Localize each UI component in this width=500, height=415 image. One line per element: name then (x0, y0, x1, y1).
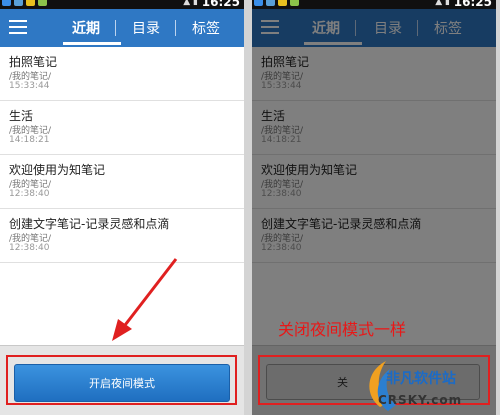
note-time: 12:38:40 (9, 189, 50, 199)
note-list: 拍照笔记 /我的笔记/ 15:33:44 生活 /我的笔记/ 14:18:21 … (0, 47, 244, 263)
note-title: 欢迎使用为知笔记 (261, 163, 358, 177)
menu-icon[interactable] (261, 20, 279, 36)
note-time: 12:38:40 (261, 243, 302, 253)
active-tab-indicator (63, 42, 121, 45)
tab-divider (115, 20, 116, 36)
note-time: 12:38:40 (9, 243, 50, 253)
note-time: 15:33:44 (261, 81, 302, 91)
android-icon (38, 0, 47, 6)
tab-directory[interactable]: 目录 (132, 18, 160, 38)
note-time: 14:18:21 (9, 135, 50, 145)
status-time: 16:25 (453, 0, 492, 9)
note-time: 15:33:44 (9, 81, 50, 91)
status-time: 16:25 (201, 0, 240, 9)
highlight-box-left (6, 355, 237, 405)
watermark-site: CRSKY.com (378, 393, 463, 407)
tab-divider (417, 20, 418, 36)
tab-divider (175, 20, 176, 36)
note-title: 生活 (261, 109, 286, 123)
list-item[interactable]: 生活 /我的笔记/ 14:18:21 (0, 101, 244, 155)
check-icon (254, 0, 263, 6)
tab-recent[interactable]: 近期 (72, 18, 100, 38)
arrow-shaft (120, 258, 178, 330)
note-title: 创建文字笔记-记录灵感和点滴 (261, 217, 422, 231)
note-title: 生活 (9, 109, 34, 123)
note-time: 14:18:21 (261, 135, 302, 145)
list-item[interactable]: 创建文字笔记-记录灵感和点滴 /我的笔记/ 12:38:40 (252, 209, 496, 263)
left-phone-screen: ▲ ▮ 16:25 近期 目录 标签 拍照笔记 /我的笔记/ 15:33:44 … (0, 0, 244, 415)
app-bar: 近期 目录 标签 (252, 9, 496, 47)
right-phone-screen: ▲ ▮ 16:25 近期 目录 标签 拍照笔记 /我的笔记/ 15:33:44 … (252, 0, 496, 415)
app-icon (266, 0, 275, 6)
check-icon (2, 0, 11, 6)
app-icon (14, 0, 23, 6)
tab-tags[interactable]: 标签 (192, 18, 220, 38)
tab-recent[interactable]: 近期 (312, 18, 340, 38)
list-item[interactable]: 拍照笔记 /我的笔记/ 15:33:44 (252, 47, 496, 101)
note-time: 12:38:40 (261, 189, 302, 199)
tab-divider (355, 20, 356, 36)
android-icon (290, 0, 299, 6)
status-bar: ▲ ▮ 16:25 (0, 0, 244, 9)
active-tab-indicator (304, 42, 362, 45)
note-title: 拍照笔记 (9, 55, 58, 69)
status-bar: ▲ ▮ 16:25 (252, 0, 496, 9)
tab-directory[interactable]: 目录 (374, 18, 402, 38)
sync-icon (26, 0, 35, 6)
watermark-brand: 非凡软件站 (386, 371, 456, 387)
annotation-caption: 关闭夜间模式一样 (278, 320, 407, 339)
list-item[interactable]: 欢迎使用为知笔记 /我的笔记/ 12:38:40 (0, 155, 244, 209)
list-item[interactable]: 生活 /我的笔记/ 14:18:21 (252, 101, 496, 155)
sync-icon (278, 0, 287, 6)
tab-tags[interactable]: 标签 (434, 18, 462, 38)
list-item[interactable]: 拍照笔记 /我的笔记/ 15:33:44 (0, 47, 244, 101)
red-arrow-icon (112, 258, 178, 341)
note-title: 创建文字笔记-记录灵感和点滴 (9, 217, 170, 231)
note-title: 拍照笔记 (261, 55, 310, 69)
note-list: 拍照笔记 /我的笔记/ 15:33:44 生活 /我的笔记/ 14:18:21 … (252, 47, 496, 263)
note-title: 欢迎使用为知笔记 (9, 163, 106, 177)
app-bar: 近期 目录 标签 (0, 9, 244, 47)
signal-icon: ▲ ▮ (435, 0, 450, 7)
signal-icon: ▲ ▮ (183, 0, 198, 7)
list-item[interactable]: 欢迎使用为知笔记 /我的笔记/ 12:38:40 (252, 155, 496, 209)
menu-icon[interactable] (9, 20, 27, 36)
